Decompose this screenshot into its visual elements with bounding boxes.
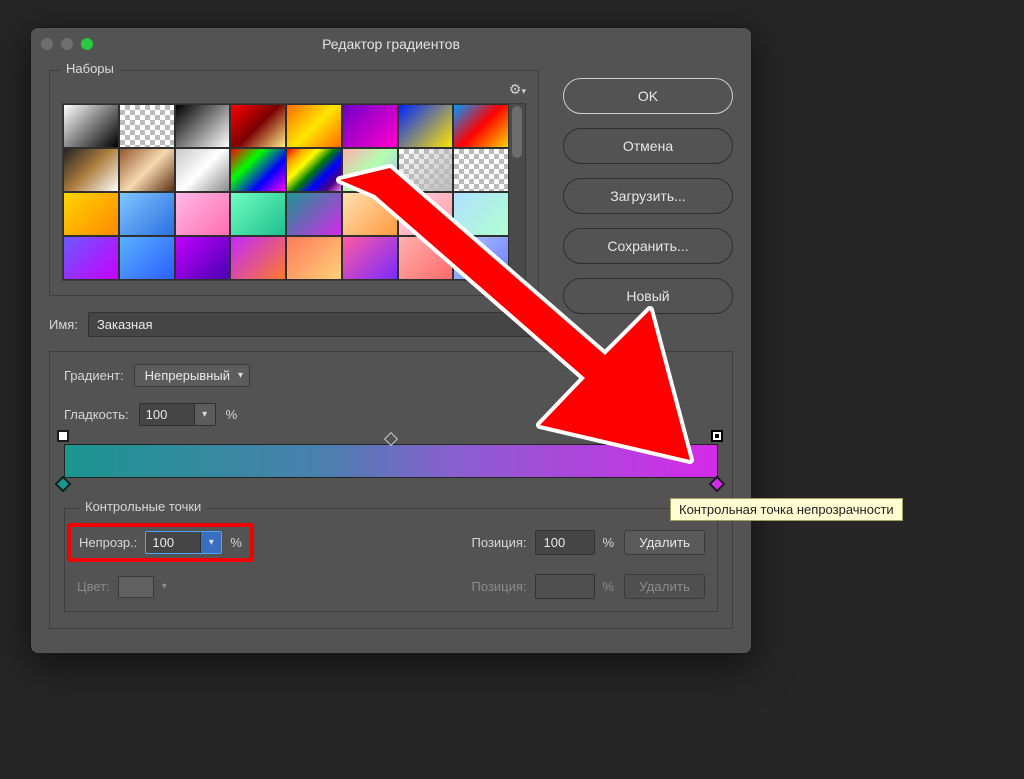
opacity-stop-left[interactable] — [57, 430, 71, 444]
opacity-stop-row: Непрозр.: ▾ % Позиция: % Удалить — [77, 523, 705, 562]
smoothness-row: Гладкость: ▾ % — [64, 403, 718, 426]
percent-label: % — [603, 535, 615, 550]
name-input[interactable] — [88, 312, 539, 337]
preset-swatch[interactable] — [63, 148, 119, 192]
delete-opacity-stop-button[interactable]: Удалить — [624, 530, 705, 555]
gradient-editor-dialog: Редактор градиентов Наборы ⚙▾ — [30, 27, 752, 654]
opacity-stop-right[interactable] — [711, 430, 725, 444]
window-controls — [41, 38, 93, 50]
chevron-down-icon[interactable]: ▾ — [194, 404, 215, 425]
tooltip: Контрольная точка непрозрачности — [670, 498, 903, 521]
presets-box — [62, 103, 526, 281]
ok-button[interactable]: OK — [563, 78, 733, 114]
preset-swatch[interactable] — [286, 192, 342, 236]
percent-label: % — [226, 407, 238, 422]
preset-swatch[interactable] — [175, 148, 231, 192]
gradient-section: Градиент: Непрерывный ▾ Гладкость: ▾ % К… — [49, 351, 733, 629]
preset-swatch[interactable] — [175, 192, 231, 236]
color-label: Цвет: — [77, 579, 110, 594]
preset-swatch[interactable] — [453, 236, 509, 280]
preset-swatch[interactable] — [119, 236, 175, 280]
preset-swatch[interactable] — [119, 104, 175, 148]
preset-swatch[interactable] — [230, 148, 286, 192]
preset-swatch[interactable] — [286, 236, 342, 280]
scrollbar-thumb[interactable] — [512, 106, 522, 158]
opacity-position-input[interactable] — [535, 530, 595, 555]
color-swatch — [118, 576, 154, 598]
zoom-window-button[interactable] — [81, 38, 93, 50]
preset-swatch[interactable] — [453, 148, 509, 192]
new-button[interactable]: Новый — [563, 278, 733, 314]
preset-swatch[interactable] — [398, 104, 454, 148]
presets-menu-icon[interactable]: ⚙▾ — [509, 81, 526, 98]
preset-swatch[interactable] — [286, 148, 342, 192]
gradient-type-row: Градиент: Непрерывный ▾ — [64, 364, 718, 387]
smoothness-value[interactable] — [140, 404, 194, 425]
window-title: Редактор градиентов — [31, 36, 751, 52]
minimize-window-button[interactable] — [61, 38, 73, 50]
preset-swatch[interactable] — [175, 236, 231, 280]
preset-swatch[interactable] — [398, 148, 454, 192]
delete-color-stop-button: Удалить — [624, 574, 705, 599]
presets-group: Наборы ⚙▾ — [49, 70, 539, 296]
preset-swatch[interactable] — [119, 148, 175, 192]
opacity-position-label: Позиция: — [472, 535, 527, 550]
preset-swatch[interactable] — [342, 104, 398, 148]
preset-swatch[interactable] — [342, 148, 398, 192]
chevron-down-icon: ▾ — [238, 370, 243, 381]
dialog-buttons: OK Отмена Загрузить... Сохранить... Новы… — [563, 70, 733, 337]
presets-legend: Наборы — [60, 61, 120, 76]
gradient-bar[interactable] — [64, 444, 718, 478]
chevron-down-icon: ▾ — [162, 581, 167, 592]
percent-label: % — [603, 579, 615, 594]
preset-grid[interactable] — [63, 104, 509, 280]
name-label: Имя: — [49, 317, 78, 332]
percent-label: % — [230, 535, 242, 550]
stops-group: Контрольные точки Непрозр.: ▾ % Позиция:… — [64, 508, 718, 612]
opacity-label: Непрозр.: — [79, 535, 137, 550]
name-row: Имя: — [49, 312, 539, 337]
color-stop-row: Цвет: ▾ Позиция: % Удалить — [77, 574, 705, 599]
color-stop-left[interactable] — [57, 478, 71, 492]
cancel-button[interactable]: Отмена — [563, 128, 733, 164]
close-window-button[interactable] — [41, 38, 53, 50]
smoothness-input[interactable]: ▾ — [139, 403, 216, 426]
preset-swatch[interactable] — [63, 192, 119, 236]
color-position-label: Позиция: — [472, 579, 527, 594]
preset-swatch[interactable] — [342, 192, 398, 236]
preset-swatch[interactable] — [286, 104, 342, 148]
gradient-type-select[interactable]: Непрерывный ▾ — [134, 364, 250, 387]
color-position-input — [535, 574, 595, 599]
stops-legend: Контрольные точки — [79, 499, 207, 514]
gradient-bar-wrap — [64, 444, 718, 478]
preset-swatch[interactable] — [119, 192, 175, 236]
preset-swatch[interactable] — [63, 104, 119, 148]
load-button[interactable]: Загрузить... — [563, 178, 733, 214]
preset-swatch[interactable] — [453, 104, 509, 148]
preset-swatch[interactable] — [342, 236, 398, 280]
presets-scrollbar[interactable] — [509, 104, 525, 280]
chevron-down-icon[interactable]: ▾ — [200, 532, 221, 553]
gradient-type-label: Градиент: — [64, 368, 124, 383]
titlebar[interactable]: Редактор градиентов — [31, 28, 751, 60]
preset-swatch[interactable] — [230, 104, 286, 148]
opacity-highlight: Непрозр.: ▾ % — [67, 523, 254, 562]
opacity-value[interactable] — [146, 532, 200, 553]
opacity-input[interactable]: ▾ — [145, 531, 222, 554]
color-stop-right[interactable] — [711, 478, 725, 492]
preset-swatch[interactable] — [398, 192, 454, 236]
preset-swatch[interactable] — [398, 236, 454, 280]
preset-swatch[interactable] — [230, 236, 286, 280]
smoothness-label: Гладкость: — [64, 407, 129, 422]
preset-swatch[interactable] — [230, 192, 286, 236]
preset-swatch[interactable] — [453, 192, 509, 236]
preset-swatch[interactable] — [63, 236, 119, 280]
gradient-type-value: Непрерывный — [145, 368, 230, 383]
preset-swatch[interactable] — [175, 104, 231, 148]
save-button[interactable]: Сохранить... — [563, 228, 733, 264]
